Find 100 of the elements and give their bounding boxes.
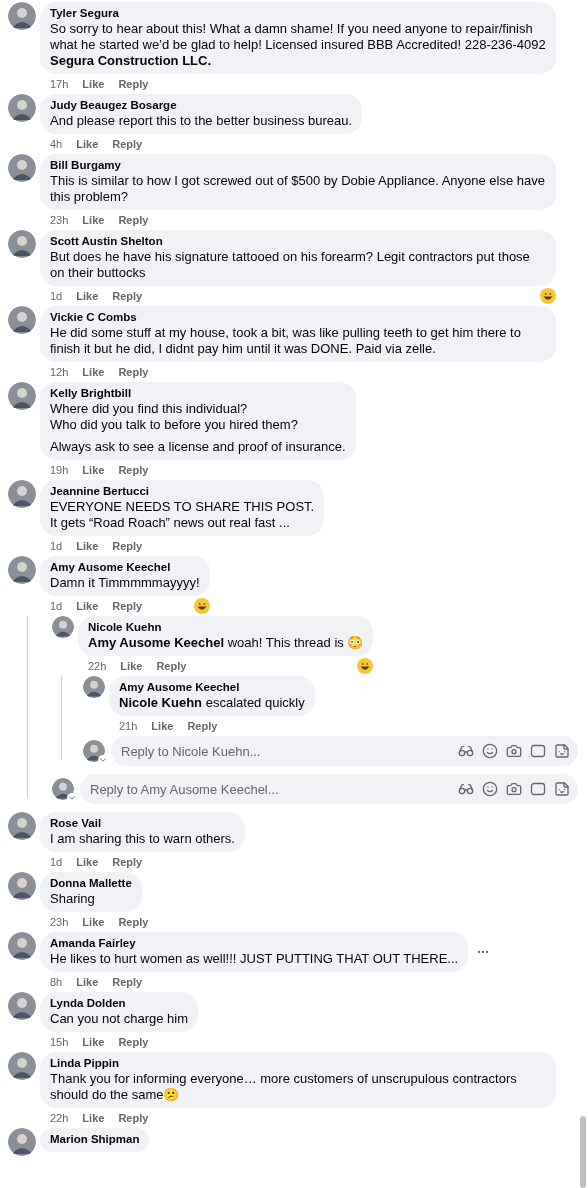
- reply-link[interactable]: Reply: [156, 657, 187, 675]
- camera-icon[interactable]: [506, 781, 522, 797]
- reply-link[interactable]: Reply: [112, 135, 143, 153]
- author-name[interactable]: Nicole Kuehn: [88, 620, 364, 635]
- comment-time[interactable]: 8h: [50, 973, 63, 991]
- comment-time[interactable]: 4h: [50, 135, 63, 153]
- like-link[interactable]: Like: [76, 597, 99, 615]
- emoji-icon[interactable]: [482, 743, 498, 759]
- comment-text: Thank you for informing everyone… more customers of unscrupulous contractors should do the same😕: [50, 1071, 518, 1103]
- camera-icon[interactable]: [506, 743, 522, 759]
- avatar[interactable]: [83, 676, 105, 698]
- avatar[interactable]: [8, 382, 36, 410]
- author-name[interactable]: Scott Austin Shelton: [50, 234, 546, 249]
- comment-text: And please report this to the better business bureau.: [50, 113, 353, 129]
- author-name[interactable]: Tyler Segura: [50, 6, 546, 21]
- reply-field[interactable]: Reply to Nicole Kuehn...: [111, 736, 578, 766]
- reply-link[interactable]: Reply: [112, 973, 143, 991]
- like-link[interactable]: Like: [82, 363, 105, 381]
- gif-icon[interactable]: [530, 781, 546, 797]
- sticker-icon[interactable]: [554, 781, 570, 797]
- like-link[interactable]: Like: [76, 287, 99, 305]
- like-link[interactable]: Like: [120, 657, 143, 675]
- like-link[interactable]: Like: [76, 537, 99, 555]
- avatar[interactable]: [83, 740, 105, 762]
- author-name[interactable]: Amy Ausome Keechel: [50, 560, 200, 575]
- author-name[interactable]: Donna Mallette: [50, 876, 132, 891]
- avatar[interactable]: [8, 556, 36, 584]
- comment-time[interactable]: 22h: [88, 657, 107, 675]
- emoji-icon[interactable]: [482, 781, 498, 797]
- like-link[interactable]: Like: [82, 1033, 105, 1051]
- reply-link[interactable]: Reply: [112, 853, 143, 871]
- avatar[interactable]: [52, 778, 74, 800]
- reply-link[interactable]: Reply: [112, 597, 143, 615]
- reply-link[interactable]: Reply: [118, 461, 149, 479]
- author-name[interactable]: Linda Pippin: [50, 1056, 546, 1071]
- reply-link[interactable]: Reply: [118, 75, 149, 93]
- reply-link[interactable]: Reply: [118, 363, 149, 381]
- like-link[interactable]: Like: [82, 1109, 105, 1127]
- author-name[interactable]: Bill Burgamy: [50, 158, 546, 173]
- comment-text: He did some stuff at my house, took a bit, was like pulling teeth to get him there to finish it but he did, I didnt pay him until it was DONE. Paid via zelle.: [50, 325, 522, 357]
- avatar[interactable]: [8, 480, 36, 508]
- reply-link[interactable]: Reply: [118, 211, 149, 229]
- reply-link[interactable]: Reply: [118, 1033, 149, 1051]
- comment-time[interactable]: 1d: [50, 287, 63, 305]
- like-link[interactable]: Like: [151, 717, 174, 735]
- reply-link[interactable]: Reply: [187, 717, 218, 735]
- avatar[interactable]: [8, 306, 36, 334]
- author-name[interactable]: Marion Shipman: [50, 1132, 140, 1147]
- comment-text: Sharing: [50, 891, 96, 907]
- comment-time[interactable]: 19h: [50, 461, 69, 479]
- reply-link[interactable]: Reply: [112, 537, 143, 555]
- avatar[interactable]: [8, 932, 36, 960]
- sticker-icon[interactable]: [554, 743, 570, 759]
- reply-field[interactable]: Reply to Amy Ausome Keechel...: [80, 774, 578, 804]
- comment-time[interactable]: 12h: [50, 363, 69, 381]
- comment-time[interactable]: 1d: [50, 537, 63, 555]
- avatar[interactable]: [8, 154, 36, 182]
- author-name[interactable]: Lynda Dolden: [50, 996, 189, 1011]
- laughing-emoji-icon[interactable]: [357, 658, 374, 674]
- author-name[interactable]: Vickie C Combs: [50, 310, 546, 325]
- laughing-emoji-icon[interactable]: [193, 598, 210, 614]
- like-link[interactable]: Like: [82, 75, 105, 93]
- avatar[interactable]: [8, 812, 36, 840]
- avatar[interactable]: [8, 872, 36, 900]
- avatar[interactable]: [8, 1052, 36, 1080]
- reply-link[interactable]: Reply: [118, 913, 149, 931]
- comment-text: EVERYONE NEEDS TO SHARE THIS POST. It gets “Road Roach” news out real fast ...: [50, 499, 315, 531]
- comment-time[interactable]: 1d: [50, 853, 63, 871]
- avatar[interactable]: [8, 230, 36, 258]
- comment-time[interactable]: 17h: [50, 75, 69, 93]
- like-link[interactable]: Like: [76, 135, 99, 153]
- like-link[interactable]: Like: [82, 461, 105, 479]
- comment-text: Damn it Timmmmmayyyy!: [50, 575, 200, 591]
- like-link[interactable]: Like: [76, 853, 99, 871]
- like-link[interactable]: Like: [76, 973, 99, 991]
- reply-link[interactable]: Reply: [112, 287, 143, 305]
- author-name[interactable]: Kelly Brightbill: [50, 386, 346, 401]
- reply-link[interactable]: Reply: [118, 1109, 149, 1127]
- gif-icon[interactable]: [530, 743, 546, 759]
- avatar[interactable]: [52, 616, 74, 638]
- author-name[interactable]: Amanda Fairley: [50, 936, 459, 951]
- author-name[interactable]: Judy Beaugez Bosarge: [50, 98, 353, 113]
- scrollbar-thumb[interactable]: [580, 1116, 586, 1188]
- comment-time[interactable]: 23h: [50, 211, 69, 229]
- avatar[interactable]: [8, 1128, 36, 1156]
- comment-time[interactable]: 22h: [50, 1109, 69, 1127]
- comment-time[interactable]: 21h: [119, 717, 138, 735]
- comment-time[interactable]: 23h: [50, 913, 69, 931]
- author-name[interactable]: Jeannine Bertucci: [50, 484, 315, 499]
- avatar[interactable]: [8, 94, 36, 122]
- comment-time[interactable]: 15h: [50, 1033, 69, 1051]
- author-name[interactable]: Rose Vail: [50, 816, 235, 831]
- like-link[interactable]: Like: [82, 211, 105, 229]
- avatar[interactable]: [8, 2, 36, 30]
- author-name[interactable]: Amy Ausome Keechel: [119, 680, 305, 695]
- laughing-emoji-icon[interactable]: [540, 288, 556, 304]
- like-link[interactable]: Like: [82, 913, 105, 931]
- comment-text: This is similar to how I got screwed out of $500 by Dobie Appliance. Anyone else have this problem?: [50, 173, 546, 205]
- avatar[interactable]: [8, 992, 36, 1020]
- comment-time[interactable]: 1d: [50, 597, 63, 615]
